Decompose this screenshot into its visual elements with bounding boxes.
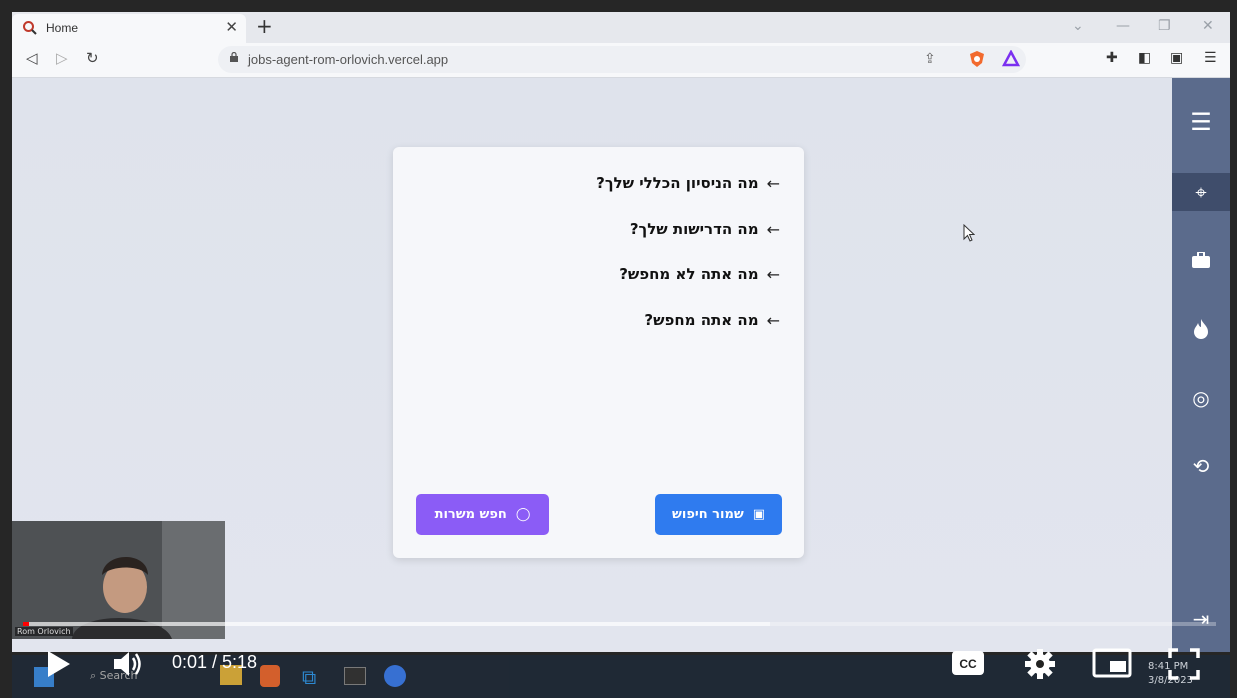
tab-title: Home [46,21,79,35]
webcam-name: Rom Orlovich [15,627,73,636]
tab-home[interactable]: Home ✕ [12,14,246,43]
arrow-left-icon: ← [766,310,780,330]
arrow-left-icon: ← [766,173,780,193]
search-icon [23,21,37,35]
question-text: מה אתה לא מחפש? [619,265,759,283]
logout-icon[interactable]: ⇥ [1172,600,1230,638]
sidebar-toggle-icon[interactable]: ◧ [1138,50,1151,66]
target-icon[interactable]: ⌖ [1172,173,1230,211]
tab-bar: Home ✕ + ⌄ — ❐ ✕ [12,12,1230,43]
briefcase-icon[interactable] [1172,241,1230,279]
sidebar: ☰ ⌖ ◎ ⟲ ⇥ [1172,78,1230,652]
question-text: מה הניסיון הכללי שלך? [596,174,759,192]
forward-button[interactable]: ▷ [56,49,68,67]
volume-icon[interactable] [112,650,144,678]
question-item[interactable]: ← מה אתה מחפש? [644,308,780,332]
fire-icon[interactable] [1172,310,1230,348]
radar-icon[interactable]: ◎ [1172,379,1230,417]
menu-icon[interactable]: ☰ [1204,50,1217,66]
wallet-icon[interactable]: ▣ [1170,50,1183,66]
new-tab-button[interactable]: + [256,14,273,38]
settings-gear-icon[interactable] [1024,648,1056,680]
extensions-icon[interactable]: ✚ [1106,50,1118,66]
app-icon[interactable] [384,665,406,687]
brave-taskbar-icon[interactable] [260,665,280,687]
brave-shield-icon[interactable] [968,50,986,68]
search-jobs-button[interactable]: ◯ חפש משרות [416,494,549,535]
share-icon[interactable]: ⇪ [924,51,936,67]
back-button[interactable]: ◁ [26,49,38,67]
arrow-left-icon: ← [766,264,780,284]
question-item[interactable]: ← מה הדרישות שלך? [630,217,780,241]
progress-buffered [23,622,770,626]
search-jobs-label: חפש משרות [434,507,507,522]
save-search-button[interactable]: ▣ שמור חיפוש [655,494,782,535]
terminal-icon[interactable] [344,667,366,685]
url-text: jobs-agent-rom-orlovich.vercel.app [248,52,449,67]
lock-icon [230,52,238,62]
progress-played [23,622,29,626]
video-frame: Home ✕ + ⌄ — ❐ ✕ ◁ ▷ ↻ jobs-agent-rom-or… [0,0,1237,698]
maximize-button[interactable]: ❐ [1158,18,1171,34]
time-display: 0:01 / 5:18 [172,652,258,672]
mouse-cursor-icon [963,224,975,242]
chevron-down-icon[interactable]: ⌄ [1072,18,1084,34]
question-item[interactable]: ← מה הניסיון הכללי שלך? [596,171,780,195]
save-icon: ▣ [752,507,766,522]
question-text: מה הדרישות שלך? [629,220,759,238]
minimize-button[interactable]: — [1116,18,1130,34]
vscode-icon[interactable]: ⧉ [302,665,316,689]
play-icon[interactable] [46,650,72,678]
address-bar[interactable]: jobs-agent-rom-orlovich.vercel.app ⇪ [218,46,1026,73]
save-search-label: שמור חיפוש [672,507,744,522]
fullscreen-icon[interactable] [1168,648,1200,680]
arrow-left-icon: ← [766,219,780,239]
rewards-icon[interactable] [1002,50,1020,68]
svg-text:CC: CC [959,657,977,671]
history-icon[interactable]: ⟲ [1172,447,1230,485]
menu-icon[interactable]: ☰ [1172,103,1230,141]
close-window-button[interactable]: ✕ [1202,18,1214,34]
reload-button[interactable]: ↻ [86,49,99,67]
question-item[interactable]: ← מה אתה לא מחפש? [619,262,780,286]
miniplayer-icon[interactable] [1092,648,1132,678]
loading-icon: ◯ [515,507,531,522]
search-card: ← מה הניסיון הכללי שלך? ← מה הדרישות שלך… [393,147,804,558]
close-tab-icon[interactable]: ✕ [225,18,238,36]
captions-icon[interactable]: CC [951,650,985,676]
nav-bar: ◁ ▷ ↻ jobs-agent-rom-orlovich.vercel.app… [12,43,1230,78]
question-text: מה אתה מחפש? [644,311,759,329]
